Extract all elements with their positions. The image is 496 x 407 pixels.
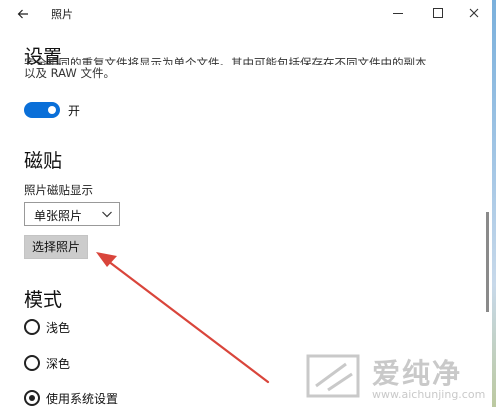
tiles-section-title: 磁贴 xyxy=(24,150,63,172)
mode-section-title: 模式 xyxy=(24,289,63,311)
close-button[interactable] xyxy=(456,0,492,26)
arrow-left-icon xyxy=(17,9,28,19)
minimize-button[interactable] xyxy=(380,0,416,26)
radio-button-checked[interactable] xyxy=(24,390,40,406)
mode-option-label: 深色 xyxy=(46,357,71,371)
scrollbar-thumb[interactable] xyxy=(486,212,489,312)
minimize-icon xyxy=(393,13,403,14)
vertical-scrollbar[interactable] xyxy=(484,70,490,407)
photos-settings-window: 照片 设置 完全相同的重复文件将显示为单个文件。其中可能包括保存在不同文件中的副… xyxy=(0,0,492,407)
description-line: 以及 RAW 文件。 xyxy=(24,66,115,80)
watermark-logo xyxy=(306,354,360,398)
mode-option-label: 使用系统设置 xyxy=(46,392,119,406)
watermark-url: www.aichunjing.com xyxy=(372,388,486,401)
description-line-cut: 完全相同的重复文件将显示为单个文件。其中可能包括保存在不同文件中的副本 xyxy=(24,56,427,65)
desktop-background xyxy=(492,0,496,407)
raw-files-description: 完全相同的重复文件将显示为单个文件。其中可能包括保存在不同文件中的副本 以及 R… xyxy=(24,56,464,82)
chevron-down-icon xyxy=(102,211,112,218)
choose-photo-button[interactable]: 选择照片 xyxy=(24,235,88,259)
title-bar: 照片 xyxy=(0,0,492,28)
maximize-icon xyxy=(433,8,443,18)
select-value: 单张照片 xyxy=(34,209,83,223)
watermark-text: 爱纯净 xyxy=(372,357,463,390)
back-button[interactable] xyxy=(13,4,33,24)
watermark: 爱纯净 www.aichunjing.com xyxy=(302,352,488,404)
tile-display-select[interactable]: 单张照片 xyxy=(24,202,120,226)
maximize-button[interactable] xyxy=(420,0,456,26)
radio-button[interactable] xyxy=(24,355,40,371)
close-icon xyxy=(469,8,479,18)
tile-display-label: 照片磁贴显示 xyxy=(24,183,93,197)
duplicates-toggle[interactable] xyxy=(24,102,60,118)
toggle-knob xyxy=(48,106,56,114)
window-title: 照片 xyxy=(51,8,73,21)
mode-option-label: 浅色 xyxy=(46,321,71,335)
toggle-state-label: 开 xyxy=(68,104,81,118)
radio-button[interactable] xyxy=(24,319,40,335)
